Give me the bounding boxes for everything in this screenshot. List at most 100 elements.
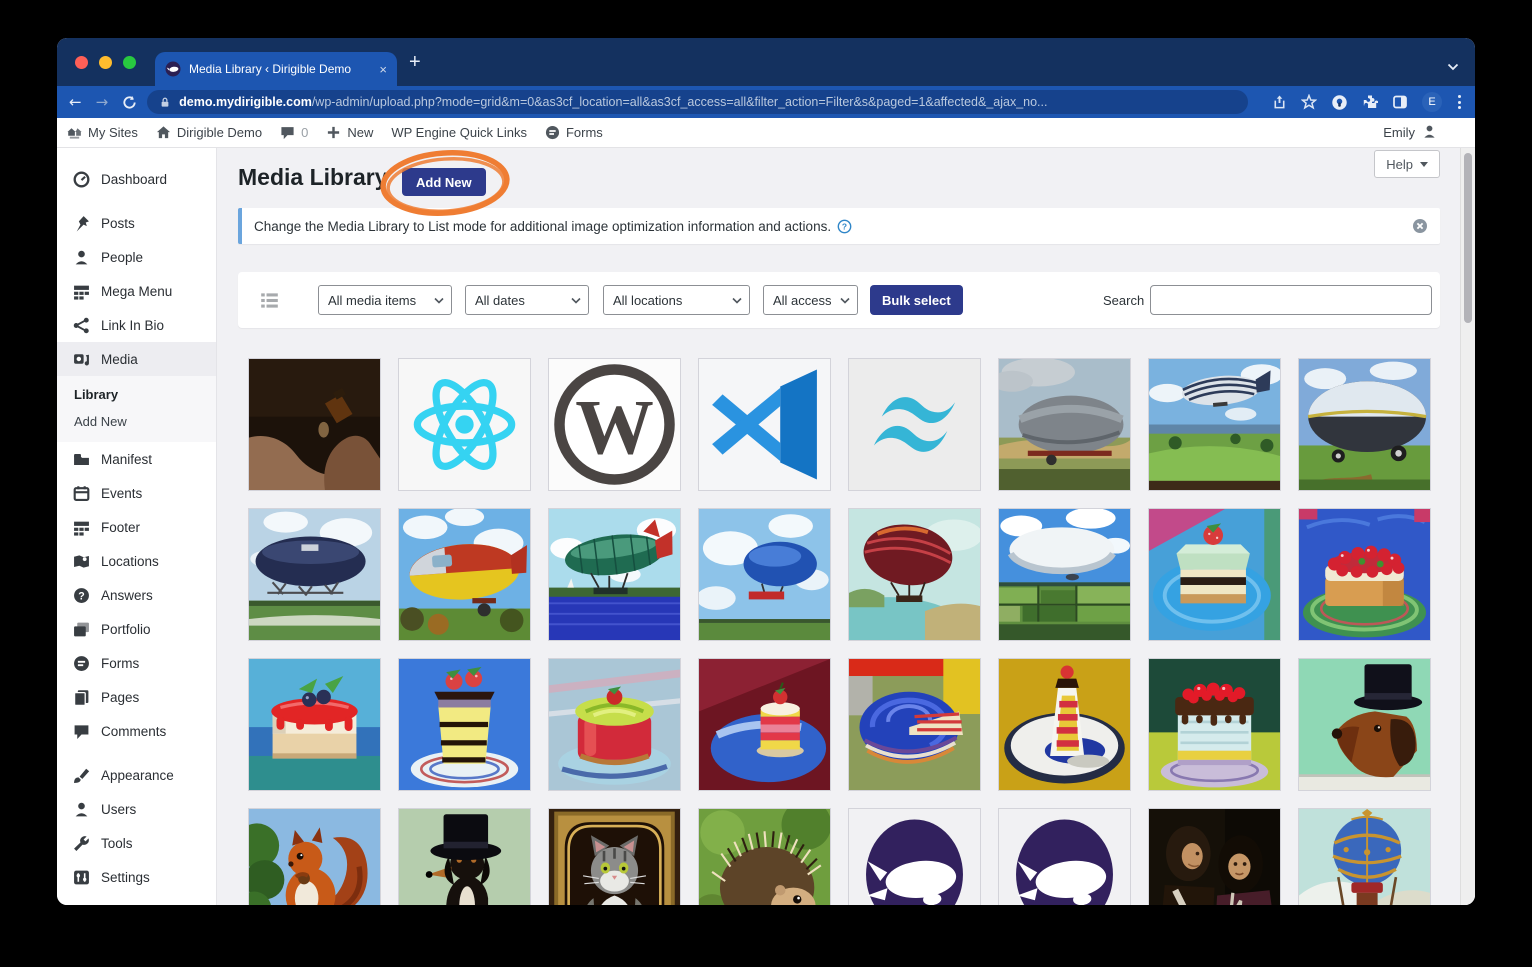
map-icon — [73, 553, 90, 570]
sidebar-item-posts[interactable]: Posts — [57, 206, 216, 240]
dismiss-notice-icon[interactable] — [1412, 218, 1428, 234]
access-filter[interactable]: All access — [763, 285, 858, 315]
media-type-filter[interactable]: All media items — [318, 285, 452, 315]
media-item-dog-top-hat-green[interactable] — [1298, 658, 1431, 791]
media-grid: W — [248, 358, 1431, 905]
scrollbar-thumb[interactable] — [1464, 153, 1472, 323]
admin-bar-item[interactable]: Dirigible Demo — [156, 125, 262, 140]
media-item-cake-slice-plate[interactable] — [998, 658, 1131, 791]
date-filter[interactable]: All dates — [465, 285, 589, 315]
add-new-button[interactable]: Add New — [402, 168, 486, 196]
help-question-icon[interactable]: ? — [837, 219, 852, 234]
dropdown-value: All access — [773, 292, 832, 308]
media-item-dirigible-logo[interactable] — [998, 808, 1131, 905]
media-item-cake-blue-spiral-cut[interactable] — [848, 658, 981, 791]
location-filter[interactable]: All locations — [603, 285, 750, 315]
media-item-airship-cloud-field[interactable] — [998, 358, 1131, 491]
media-item-airship-green-water[interactable] — [548, 508, 681, 641]
sidebar-item-comments[interactable]: Comments — [57, 714, 216, 748]
new-tab-button[interactable]: + — [409, 51, 421, 74]
fullscreen-window-button[interactable] — [123, 56, 136, 69]
sidebar-item-footer[interactable]: Footer — [57, 510, 216, 544]
media-item-wordpress-logo[interactable]: W — [548, 358, 681, 491]
sidebar-item-mega-menu[interactable]: Mega Menu — [57, 274, 216, 308]
reload-button[interactable] — [122, 95, 137, 110]
media-item-cake-red-glaze-blueberries[interactable] — [248, 658, 381, 791]
list-view-icon[interactable] — [260, 291, 279, 315]
sidebar-panel-icon[interactable] — [1392, 94, 1408, 110]
profile-avatar[interactable]: E — [1422, 92, 1442, 112]
media-item-cake-chocolate-drip-red[interactable] — [1148, 658, 1281, 791]
media-item-band-photo-vintage[interactable] — [1148, 808, 1281, 905]
sidebar-item-manifest[interactable]: Manifest — [57, 442, 216, 476]
extensions-puzzle-icon[interactable] — [1362, 94, 1378, 110]
scrollbar-track[interactable] — [1460, 148, 1475, 905]
close-window-button[interactable] — [75, 56, 88, 69]
media-item-cake-slice-strawberry-blue-plate[interactable] — [1148, 508, 1281, 641]
tab-search-chevron-icon[interactable] — [1447, 58, 1459, 76]
media-item-airship-blue-banner[interactable] — [698, 508, 831, 641]
sidebar-item-locations[interactable]: Locations — [57, 544, 216, 578]
media-item-balloon-montgolfier[interactable] — [1298, 808, 1431, 905]
admin-bar-item[interactable]: Forms — [545, 125, 603, 140]
sidebar-item-users[interactable]: Users — [57, 792, 216, 826]
media-item-airship-red-yellow[interactable] — [398, 508, 531, 641]
media-item-airship-ground-large[interactable] — [1298, 358, 1431, 491]
sidebar-item-media[interactable]: Media — [57, 342, 216, 376]
media-item-hedgehog-photo[interactable] — [698, 808, 831, 905]
media-item-airship-navy-field[interactable] — [248, 508, 381, 641]
tab-close-icon[interactable]: × — [379, 62, 387, 77]
sidebar-item-appearance[interactable]: Appearance — [57, 758, 216, 792]
password-extension-icon[interactable] — [1331, 94, 1348, 111]
minimize-window-button[interactable] — [99, 56, 112, 69]
sidebar-item-answers[interactable]: ? Answers — [57, 578, 216, 612]
admin-bar-item[interactable]: 0 — [280, 125, 308, 140]
media-item-cake-red-green-swirl[interactable] — [548, 658, 681, 791]
bulk-select-button[interactable]: Bulk select — [870, 285, 963, 315]
sidebar-item-settings[interactable]: Settings — [57, 860, 216, 894]
media-item-dirigible-logo[interactable] — [848, 808, 981, 905]
admin-bar-item-label: WP Engine Quick Links — [391, 125, 527, 140]
media-item-cake-yellow-slice-strawberries[interactable] — [398, 658, 531, 791]
browser-tab[interactable]: Media Library ‹ Dirigible Demo × — [155, 52, 397, 86]
sidebar-item-link-in-bio[interactable]: Link In Bio — [57, 308, 216, 342]
help-button[interactable]: Help — [1374, 150, 1440, 178]
url-bar[interactable]: demo.mydirigible.com/wp-admin/upload.php… — [147, 90, 1248, 114]
back-button[interactable]: ← — [69, 93, 82, 111]
search-input[interactable] — [1150, 285, 1432, 315]
media-library-content: Media Library Add New Help Change the Me… — [217, 148, 1475, 905]
media-item-squirrel-painting[interactable] — [248, 808, 381, 905]
media-item-cake-cherries-green-plate[interactable] — [1298, 508, 1431, 641]
admin-bar-user[interactable]: Emily — [1383, 124, 1437, 142]
admin-bar-item-label: Dirigible Demo — [176, 125, 263, 140]
media-item-hands-photo[interactable] — [248, 358, 381, 491]
media-item-vscode-logo[interactable] — [698, 358, 831, 491]
sidebar-item-dashboard[interactable]: Dashboard — [57, 162, 216, 196]
sidebar-item-forms[interactable]: Forms — [57, 646, 216, 680]
sidebar-item-label: Posts — [101, 215, 135, 231]
media-item-react-logo[interactable] — [398, 358, 531, 491]
sidebar-item-tools[interactable]: Tools — [57, 826, 216, 860]
media-item-airship-striped-sky[interactable] — [1148, 358, 1281, 491]
share-icon[interactable] — [1272, 94, 1287, 110]
sidebar-subitem-library[interactable]: Library — [57, 381, 216, 408]
wrench-icon — [73, 835, 90, 852]
sidebar-item-people[interactable]: People — [57, 240, 216, 274]
media-item-cake-mini-striped[interactable] — [698, 658, 831, 791]
sidebar-subitem-add-new[interactable]: Add New — [57, 408, 216, 435]
forms-icon — [545, 125, 560, 140]
sidebar-item-portfolio[interactable]: Portfolio — [57, 612, 216, 646]
browser-menu-icon[interactable] — [1456, 93, 1463, 111]
media-item-cat-portrait-frame[interactable] — [548, 808, 681, 905]
media-item-dog-top-hat-standing[interactable] — [398, 808, 531, 905]
admin-bar-item[interactable]: My Sites — [67, 125, 138, 140]
media-item-airship-white-fields[interactable] — [998, 508, 1131, 641]
sidebar-item-events[interactable]: Events — [57, 476, 216, 510]
sidebar-item-pages[interactable]: Pages — [57, 680, 216, 714]
admin-bar-item[interactable]: WP Engine Quick Links — [391, 125, 527, 140]
media-item-tailwind-logo[interactable] — [848, 358, 981, 491]
media-item-airship-maroon-coast[interactable] — [848, 508, 981, 641]
forward-button[interactable]: → — [96, 93, 109, 111]
bookmark-star-icon[interactable] — [1301, 94, 1317, 110]
admin-bar-item[interactable]: New — [326, 125, 373, 140]
